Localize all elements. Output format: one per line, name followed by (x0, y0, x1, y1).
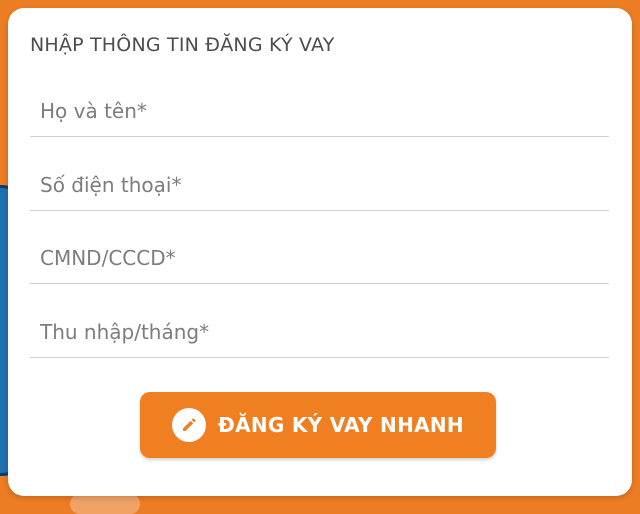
full-name-field (30, 86, 609, 137)
monthly-income-input[interactable] (30, 307, 609, 357)
pencil-icon (172, 408, 207, 442)
id-card-input[interactable] (30, 233, 609, 283)
register-loan-button[interactable]: ĐĂNG KÝ VAY NHANH (140, 392, 496, 458)
loan-registration-form: NHẬP THÔNG TIN ĐĂNG KÝ VAY ĐĂNG KÝ VAY N… (8, 8, 632, 496)
phone-field (30, 160, 609, 211)
form-title: NHẬP THÔNG TIN ĐĂNG KÝ VAY (30, 34, 335, 56)
monthly-income-field (30, 307, 609, 358)
full-name-input[interactable] (30, 86, 609, 136)
background-decoration (70, 494, 140, 514)
id-card-field (30, 233, 609, 284)
register-loan-button-label: ĐĂNG KÝ VAY NHANH (218, 413, 464, 437)
register-loan-button-content: ĐĂNG KÝ VAY NHANH (140, 392, 496, 458)
phone-input[interactable] (30, 160, 609, 210)
